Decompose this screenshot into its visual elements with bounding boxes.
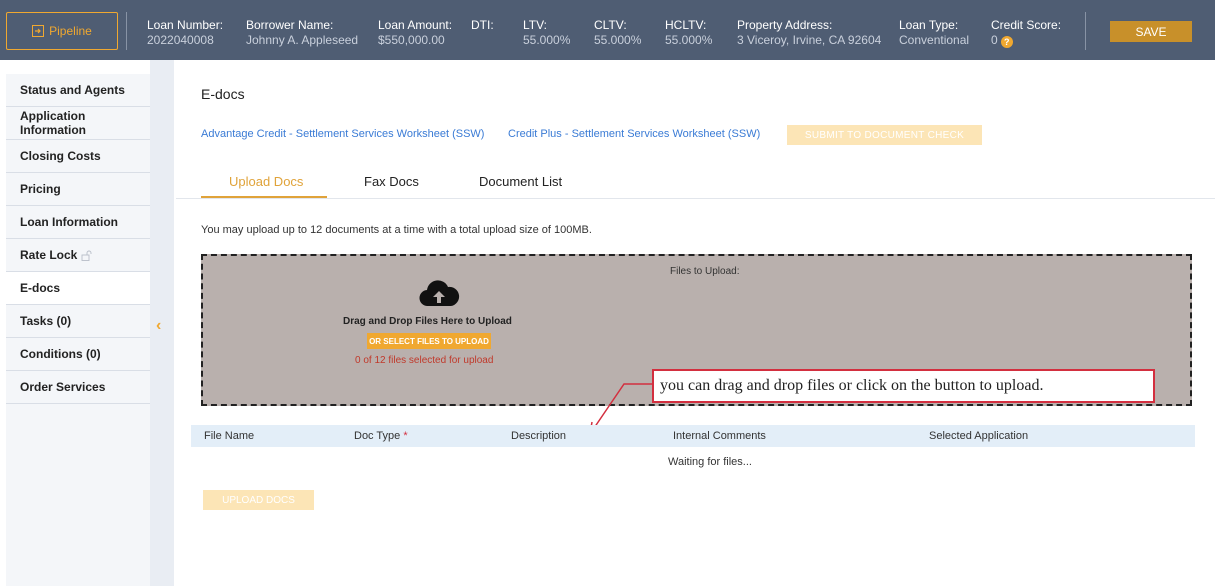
sidebar-item-label: Closing Costs <box>20 149 101 163</box>
property-address-value: 3 Viceroy, Irvine, CA 92604 <box>737 33 882 47</box>
required-marker: * <box>403 430 408 442</box>
sidebar-item-status-and-agents[interactable]: Status and Agents <box>6 74 150 107</box>
loan-number-field: Loan Number: 2022040008 <box>147 18 223 48</box>
tab-divider <box>176 198 1215 199</box>
files-to-upload-label: Files to Upload: <box>670 266 740 277</box>
property-address-label: Property Address: <box>737 18 833 32</box>
loan-amount-value: $550,000.00 <box>378 33 445 47</box>
upload-docs-button[interactable]: UPLOAD DOCS <box>203 490 314 510</box>
column-header-internal-comments: Internal Comments <box>673 430 766 442</box>
header-divider <box>126 12 127 50</box>
hcltv-label: HCLTV: <box>665 18 707 32</box>
hcltv-value: 55.000% <box>665 33 713 47</box>
save-button[interactable]: SAVE <box>1110 21 1192 42</box>
files-table-header: File Name Doc Type * Description Interna… <box>191 425 1195 447</box>
dti-field: DTI: <box>471 18 494 33</box>
credit-score-field: Credit Score: 0? <box>991 18 1061 48</box>
annotation-callout: you can drag and drop files or click on … <box>652 369 1155 403</box>
sidebar-item-pricing[interactable]: Pricing <box>6 173 150 206</box>
upload-limit-text: You may upload up to 12 documents at a t… <box>201 224 592 236</box>
sidebar-item-tasks[interactable]: Tasks (0) <box>6 305 150 338</box>
column-header-label: Doc Type <box>354 430 401 442</box>
tab-upload-docs[interactable]: Upload Docs <box>229 174 303 189</box>
sidebar-item-e-docs[interactable]: E-docs <box>6 272 150 305</box>
column-header-file-name: File Name <box>204 430 255 442</box>
loan-amount-field: Loan Amount: $550,000.00 <box>378 18 452 48</box>
sidebar-collapse-strip[interactable]: ‹ <box>150 60 174 586</box>
sidebar-item-label: Application Information <box>20 109 86 137</box>
borrower-name-value: Johnny A. Appleseed <box>246 33 359 47</box>
property-address-field: Property Address: 3 Viceroy, Irvine, CA … <box>737 18 881 48</box>
credit-score-value-row: 0? <box>991 33 1061 48</box>
loan-number-label: Loan Number: <box>147 18 224 32</box>
sidebar-item-label: E-docs <box>20 281 61 295</box>
question-icon[interactable]: ? <box>1000 36 1013 48</box>
credit-plus-ssw-link[interactable]: Credit Plus - Settlement Services Worksh… <box>508 128 760 140</box>
loan-type-value: Conventional <box>899 33 970 47</box>
sidebar-item-loan-information[interactable]: Loan Information <box>6 206 150 239</box>
files-selected-count: 0 of 12 files selected for upload <box>355 355 494 366</box>
submit-to-document-check-button[interactable]: SUBMIT TO DOCUMENT CHECK <box>787 125 982 145</box>
sidebar-item-conditions[interactable]: Conditions (0) <box>6 338 150 371</box>
sidebar-item-label: Loan Information <box>20 215 118 229</box>
empty-table-message: Waiting for files... <box>668 456 752 468</box>
advantage-credit-ssw-link[interactable]: Advantage Credit - Settlement Services W… <box>201 128 484 140</box>
loan-type-field: Loan Type: Conventional <box>899 18 969 48</box>
top-bar: Pipeline Loan Number: 2022040008 Borrowe… <box>0 0 1215 60</box>
column-header-description: Description <box>511 430 567 442</box>
sidebar-item-application-information[interactable]: Application Information <box>6 107 150 140</box>
unlock-icon <box>81 250 92 261</box>
loan-amount-label: Loan Amount: <box>378 18 453 32</box>
pipeline-button[interactable]: Pipeline <box>6 12 118 50</box>
page-title: E-docs <box>201 86 245 102</box>
dti-label: DTI: <box>471 18 494 32</box>
ltv-field: LTV: 55.000% <box>523 18 570 48</box>
loan-number-value: 2022040008 <box>147 33 214 47</box>
cltv-label: CLTV: <box>594 18 627 32</box>
select-files-button[interactable]: OR SELECT FILES TO UPLOAD <box>367 333 491 349</box>
loan-type-label: Loan Type: <box>899 18 959 32</box>
chevron-left-icon[interactable]: ‹ <box>156 317 161 335</box>
borrower-name-field: Borrower Name: Johnny A. Appleseed <box>246 18 358 48</box>
column-header-selected-application: Selected Application <box>929 430 1029 442</box>
sidebar-item-order-services[interactable]: Order Services <box>6 371 150 404</box>
cloud-upload-icon <box>419 280 460 307</box>
sidebar-item-label: Status and Agents <box>20 83 125 97</box>
sidebar-item-closing-costs[interactable]: Closing Costs <box>6 140 150 173</box>
column-header-doc-type: Doc Type * <box>354 430 408 442</box>
ltv-label: LTV: <box>523 18 548 32</box>
cltv-field: CLTV: 55.000% <box>594 18 641 48</box>
pipeline-label: Pipeline <box>49 24 92 38</box>
ltv-value: 55.000% <box>523 33 571 47</box>
credit-score-value: 0 <box>991 33 998 47</box>
sidebar-item-label: Conditions (0) <box>20 347 101 361</box>
tab-document-list[interactable]: Document List <box>479 174 562 189</box>
borrower-name-label: Borrower Name: <box>246 18 334 32</box>
sidebar-item-label: Rate Lock <box>20 248 78 262</box>
tab-fax-docs[interactable]: Fax Docs <box>364 174 419 189</box>
cltv-value: 55.000% <box>594 33 642 47</box>
sidebar-item-label: Tasks (0) <box>20 314 72 328</box>
header-divider <box>1085 12 1086 50</box>
hcltv-field: HCLTV: 55.000% <box>665 18 712 48</box>
sidebar-item-label: Order Services <box>20 380 106 394</box>
pipeline-icon <box>32 25 45 37</box>
sidebar-item-rate-lock[interactable]: Rate Lock <box>6 239 150 272</box>
sidebar-item-label: Pricing <box>20 182 61 196</box>
credit-score-label: Credit Score: <box>991 18 1062 32</box>
drag-drop-text: Drag and Drop Files Here to Upload <box>343 316 512 327</box>
sidebar-nav: Status and Agents Application Informatio… <box>6 74 150 586</box>
